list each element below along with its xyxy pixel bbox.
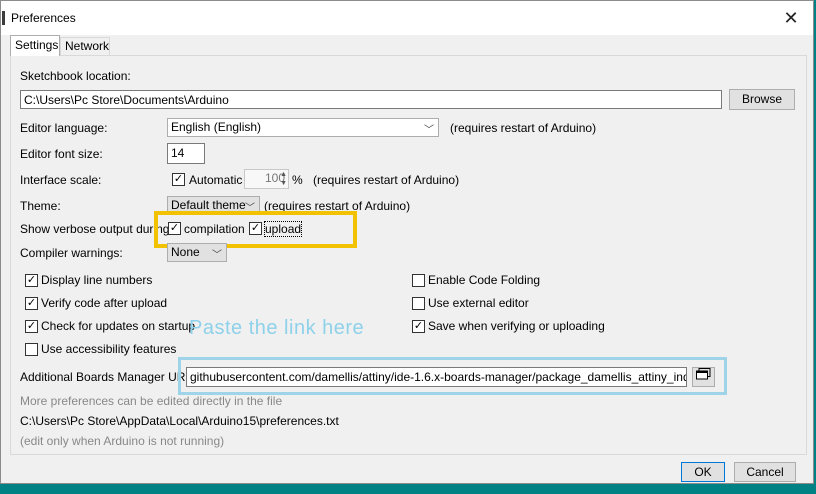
chevron-down-icon: ﹀ <box>424 125 434 136</box>
editor-language-value: English (English) <box>171 120 262 134</box>
browse-button[interactable]: Browse <box>729 89 795 110</box>
verify-after-upload-checkbox[interactable]: ✓ <box>25 297 38 310</box>
font-size-label: Editor font size: <box>20 147 103 161</box>
external-editor-label: Use external editor <box>428 296 529 310</box>
warnings-value: None <box>171 245 200 259</box>
accessibility-label: Use accessibility features <box>41 342 177 356</box>
external-editor-checkbox[interactable] <box>412 297 425 310</box>
window-title: Preferences <box>11 11 76 25</box>
verbose-label: Show verbose output during: <box>20 222 173 236</box>
settings-panel: Sketchbook location: C:\Users\Pc Store\D… <box>10 55 807 455</box>
verify-after-upload-label: Verify code after upload <box>41 296 168 310</box>
save-when-verifying-label: Save when verifying or uploading <box>428 319 605 333</box>
editor-language-label: Editor language: <box>20 121 108 135</box>
close-button[interactable]: ✕ <box>769 1 813 35</box>
more-prefs-note: More preferences can be edited directly … <box>20 394 283 408</box>
percent-sign: % <box>292 173 303 187</box>
edit-note: (edit only when Arduino is not running) <box>20 434 225 448</box>
sketchbook-path-input[interactable]: C:\Users\Pc Store\Documents\Arduino <box>20 90 722 109</box>
cancel-button[interactable]: Cancel <box>734 462 796 482</box>
check-updates-checkbox[interactable]: ✓ <box>25 320 38 333</box>
preferences-window: Preferences ✕ Settings Network Sketchboo… <box>0 0 814 484</box>
editor-language-select[interactable]: English (English) ﹀ <box>167 118 439 137</box>
font-size-input[interactable]: 14 <box>167 143 205 164</box>
theme-value: Default theme <box>171 198 246 212</box>
accessibility-checkbox[interactable] <box>25 343 38 356</box>
display-line-numbers-label: Display line numbers <box>41 273 153 287</box>
chevron-down-icon: ﹀ <box>212 250 222 261</box>
editor-language-note: (requires restart of Arduino) <box>450 121 597 135</box>
warnings-label: Compiler warnings: <box>20 246 123 260</box>
save-when-verifying-checkbox[interactable]: ✓ <box>412 320 425 333</box>
paste-link-annotation: Paste the link here <box>189 317 365 339</box>
automatic-checkbox[interactable]: ✓ <box>172 173 185 186</box>
code-folding-label: Enable Code Folding <box>428 273 541 287</box>
scale-spinner[interactable]: 100 ▲ ▼ <box>244 169 289 189</box>
title-bar: Preferences ✕ <box>1 1 813 35</box>
prefs-file-path: C:\Users\Pc Store\AppData\Local\Arduino1… <box>20 414 339 428</box>
display-line-numbers-checkbox[interactable]: ✓ <box>25 274 38 287</box>
tab-settings[interactable]: Settings <box>10 35 60 56</box>
automatic-label: Automatic <box>189 173 243 187</box>
tab-network[interactable]: Network <box>60 37 110 55</box>
interface-scale-label: Interface scale: <box>20 173 102 187</box>
url-highlight-box <box>178 357 727 395</box>
ok-button[interactable]: OK <box>681 462 725 482</box>
check-updates-label: Check for updates on startup <box>41 319 196 333</box>
boards-url-label: Additional Boards Manager URLs: <box>20 370 202 384</box>
scale-note: (requires restart of Arduino) <box>313 173 460 187</box>
theme-label: Theme: <box>20 199 61 213</box>
code-folding-checkbox[interactable] <box>412 274 425 287</box>
app-icon <box>2 11 5 25</box>
warnings-select[interactable]: None ﹀ <box>167 243 227 262</box>
sketchbook-label: Sketchbook location: <box>20 69 131 83</box>
spinner-arrows-icon: ▲ ▼ <box>280 171 287 187</box>
